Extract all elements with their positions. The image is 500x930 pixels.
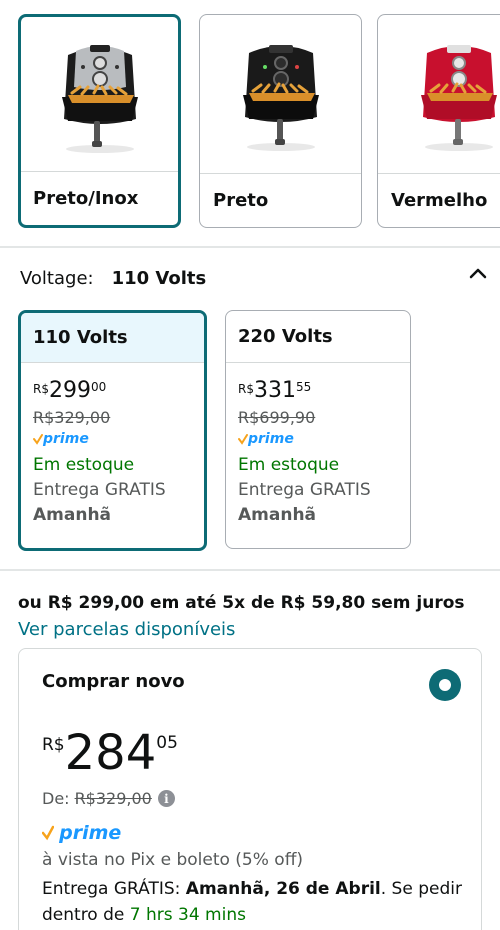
buy-new-box[interactable]: Comprar novo R$ 284 05 De: R$329,00 i pr…	[18, 648, 482, 930]
delivery-text: Entrega GRATIS	[33, 480, 166, 500]
price-whole: 299	[48, 378, 91, 403]
price-fraction: 00	[90, 380, 107, 394]
color-swatch-row: Preto/Inox Preto Vermelho	[18, 14, 500, 228]
delivery-day: Amanhã	[33, 505, 112, 525]
prime-text: prime	[59, 822, 122, 844]
radio-dot	[439, 679, 451, 691]
prime-badge: prime	[33, 429, 192, 449]
buy-new-title: Comprar novo	[42, 671, 185, 692]
list-price: R$329,00	[74, 789, 152, 808]
option-price: R$ 299 00	[33, 378, 192, 406]
installment-text: ou R$ 299,00 em até 5x de R$ 59,80 sem j…	[18, 593, 465, 613]
price-currency: R$	[42, 735, 65, 755]
stock-status: Em estoque	[238, 455, 340, 475]
voltage-option-title: 220 Volts	[226, 311, 410, 363]
voltage-option-220[interactable]: 220 Volts R$ 331 55 R$699,90 prime Em es…	[225, 310, 411, 549]
price-fraction: 55	[295, 380, 312, 394]
product-image	[21, 17, 178, 175]
delivery-day: Amanhã	[238, 505, 317, 525]
prime-text: prime	[248, 431, 294, 447]
prime-check-icon	[238, 434, 248, 445]
price-currency: R$	[238, 382, 254, 396]
airfryer-black-inox-icon	[61, 45, 138, 153]
delivery-info: Entrega GRÁTIS: Amanhã, 26 de Abril. Se …	[42, 876, 472, 928]
stock-status: Em estoque	[33, 455, 135, 475]
prime-badge: prime	[238, 429, 398, 449]
prime-text: prime	[43, 431, 89, 447]
airfryer-red-icon	[420, 45, 497, 151]
voltage-value: 110 Volts	[111, 267, 207, 289]
list-price-row: De: R$329,00 i	[42, 789, 175, 808]
divider	[0, 246, 500, 248]
airfryer-black-icon	[242, 45, 319, 151]
prime-check-icon	[33, 434, 43, 445]
voltage-option-110[interactable]: 110 Volts R$ 299 00 R$329,00 prime Em es…	[18, 310, 207, 551]
product-image	[378, 15, 500, 173]
delivery-text: Entrega GRATIS	[238, 480, 371, 500]
option-price: R$ 331 55	[238, 378, 398, 406]
pix-discount-text: à vista no Pix e boleto (5% off)	[42, 850, 304, 870]
swatch-label: Preto/Inox	[21, 171, 178, 225]
price-whole: 284	[64, 725, 157, 781]
voltage-option-title: 110 Volts	[21, 313, 204, 363]
info-icon[interactable]: i	[157, 790, 175, 807]
delivery-countdown: 7 hrs 34 mins	[129, 905, 246, 925]
list-price: R$329,00	[33, 408, 111, 427]
price-fraction: 05	[156, 733, 178, 753]
swatch-label: Preto	[200, 173, 361, 227]
voltage-header: Voltage: 110 Volts	[20, 266, 480, 290]
swatch-vermelho[interactable]: Vermelho	[377, 14, 500, 228]
delivery-date: Amanhã, 26 de Abril	[185, 879, 381, 899]
buy-new-radio[interactable]	[429, 669, 461, 701]
swatch-label: Vermelho	[378, 173, 500, 227]
prime-badge: prime	[41, 822, 122, 846]
swatch-preto-inox[interactable]: Preto/Inox	[18, 14, 181, 228]
prime-check-icon	[41, 825, 55, 841]
list-price: R$699,90	[238, 408, 316, 427]
chevron-up-icon[interactable]	[466, 262, 490, 286]
price-currency: R$	[33, 382, 49, 396]
price-whole: 331	[253, 378, 296, 403]
delivery-prefix: Entrega GRÁTIS:	[42, 879, 186, 899]
buy-price: R$ 284 05	[42, 729, 178, 777]
divider	[0, 569, 500, 571]
installments-link[interactable]: Ver parcelas disponíveis	[18, 619, 235, 640]
voltage-label: Voltage:	[20, 267, 94, 289]
swatch-preto[interactable]: Preto	[199, 14, 362, 228]
product-image	[200, 15, 361, 173]
list-price-label: De:	[42, 789, 70, 808]
